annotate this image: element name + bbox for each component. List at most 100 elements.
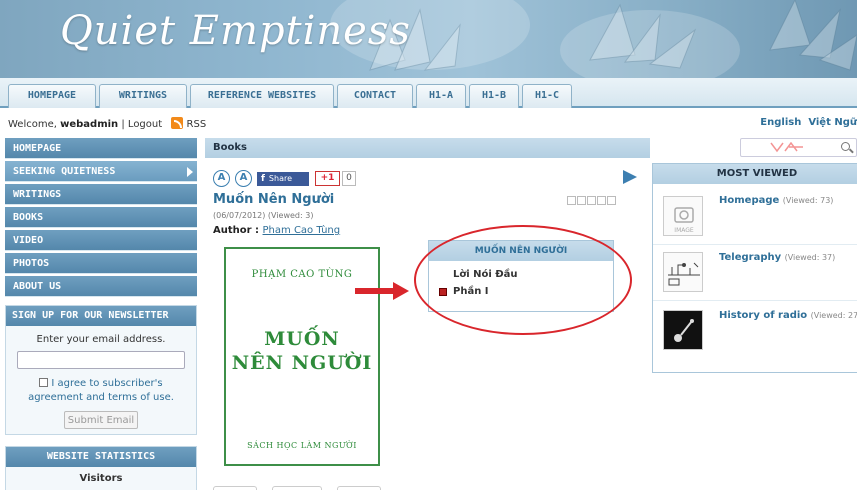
pager-button[interactable] bbox=[272, 486, 322, 490]
welcome-bar: Welcome, webadmin | Logout RSS bbox=[8, 117, 206, 130]
agree-label-line2[interactable]: agreement and terms of use. bbox=[28, 392, 174, 403]
breadcrumb: Books bbox=[205, 138, 650, 158]
welcome-prefix: Welcome, bbox=[8, 119, 61, 130]
article-author: Author : Pham Cao Tùng bbox=[213, 225, 340, 236]
star-icon[interactable] bbox=[587, 196, 596, 205]
sidebar-item-writings[interactable]: WRITINGS bbox=[5, 184, 197, 205]
item-views: (Viewed: 37) bbox=[784, 253, 836, 262]
sidebar-item-about-us[interactable]: ABOUT US bbox=[5, 276, 197, 297]
star-icon[interactable] bbox=[597, 196, 606, 205]
arrow-head bbox=[393, 282, 409, 300]
rss-icon[interactable] bbox=[171, 117, 184, 129]
most-viewed-title: MOST VIEWED bbox=[653, 164, 857, 184]
most-viewed-item-telegraphy[interactable]: Telegraphy (Viewed: 37) bbox=[719, 252, 857, 264]
article-views: (Viewed: 3) bbox=[267, 211, 314, 220]
item-views: (Viewed: 27) bbox=[810, 311, 857, 320]
sidebar-item-video[interactable]: VIDEO bbox=[5, 230, 197, 251]
statistics-title: WEBSITE STATISTICS bbox=[6, 447, 196, 467]
facebook-icon: f bbox=[261, 174, 265, 184]
logout-link[interactable]: Logout bbox=[128, 119, 162, 130]
newsletter-prompt: Enter your email address. bbox=[36, 334, 166, 345]
sidebar-item-books[interactable]: BOOKS bbox=[5, 207, 197, 228]
highlight-ellipse bbox=[414, 225, 632, 335]
cover-author: PHẠM CAO TÙNG bbox=[251, 269, 353, 280]
divider bbox=[653, 300, 857, 301]
article-title: Muốn Nên Người bbox=[213, 192, 335, 207]
search-icon[interactable] bbox=[841, 142, 850, 151]
tab-contact[interactable]: CONTACT bbox=[337, 84, 413, 108]
language-english[interactable]: English bbox=[760, 117, 801, 128]
tab-reference-websites[interactable]: REFERENCE WEBSITES bbox=[190, 84, 334, 108]
radio-history-thumbnail[interactable] bbox=[663, 310, 703, 350]
increase-font-button[interactable]: A bbox=[235, 170, 252, 187]
facebook-share-button[interactable]: f Share bbox=[257, 172, 309, 186]
rss-link[interactable]: RSS bbox=[187, 119, 207, 130]
agree-label-line1[interactable]: I agree to subscriber's bbox=[51, 378, 162, 389]
telegraph-diagram-icon bbox=[668, 262, 700, 286]
username: webadmin bbox=[60, 119, 119, 130]
decrease-font-button[interactable]: A bbox=[213, 170, 230, 187]
tab-writings[interactable]: WRITINGS bbox=[99, 84, 187, 108]
divider bbox=[653, 244, 857, 245]
book-cover: PHẠM CAO TÙNG MUỐN NÊN NGƯỜI SÁCH HỌC LÀ… bbox=[224, 247, 380, 466]
page: Quiet Emptiness HOMEPAGE WRITINGS REFERE… bbox=[0, 0, 857, 490]
language-switcher: English Việt Ngữ bbox=[760, 117, 857, 128]
lotus-image bbox=[369, 0, 857, 71]
search-box[interactable] bbox=[740, 138, 857, 157]
pager-button[interactable] bbox=[337, 486, 381, 490]
sidebar-item-label: SEEKING QUIETNESS bbox=[13, 166, 116, 177]
telegraphy-thumbnail[interactable] bbox=[663, 252, 703, 292]
most-viewed-item-history-of-radio[interactable]: History of radio (Viewed: 27) bbox=[719, 310, 857, 322]
author-link[interactable]: Pham Cao Tùng bbox=[263, 225, 341, 236]
cover-title-line2: NÊN NGƯỜI bbox=[231, 352, 373, 374]
main-tab-bar: HOMEPAGE WRITINGS REFERENCE WEBSITES CON… bbox=[0, 78, 857, 108]
newsletter-title: SIGN UP FOR OUR NEWSLETTER bbox=[6, 306, 196, 326]
agree-checkbox[interactable] bbox=[39, 378, 49, 387]
radio-photo-icon bbox=[674, 319, 694, 342]
submit-email-button[interactable]: Submit Email bbox=[64, 411, 138, 429]
item-title: History of radio bbox=[719, 310, 808, 321]
homepage-thumbnail[interactable]: IMAGE bbox=[663, 196, 703, 236]
send-arrow-icon[interactable] bbox=[623, 170, 637, 184]
author-label: Author : bbox=[213, 225, 263, 236]
most-viewed-item-homepage[interactable]: Homepage (Viewed: 73) bbox=[719, 195, 857, 207]
sidebar-item-homepage[interactable]: HOMEPAGE bbox=[5, 138, 197, 159]
highlight-arrow bbox=[355, 282, 409, 300]
star-icon[interactable] bbox=[567, 196, 576, 205]
sidebar-item-photos[interactable]: PHOTOS bbox=[5, 253, 197, 274]
statistics-box: WEBSITE STATISTICS Visitors bbox=[5, 446, 197, 490]
tab-h1-a[interactable]: H1-A bbox=[416, 84, 466, 108]
cover-subtitle: SÁCH HỌC LÀM NGƯỜI bbox=[247, 441, 357, 450]
item-title: Telegraphy bbox=[719, 252, 782, 263]
arrow-shaft bbox=[355, 288, 395, 294]
email-field[interactable] bbox=[17, 351, 185, 369]
thumb-caption: IMAGE bbox=[674, 227, 694, 234]
agree-terms: I agree to subscriber's agreement and te… bbox=[6, 377, 196, 405]
submenu-arrow-icon bbox=[187, 167, 193, 177]
tab-h1-c[interactable]: H1-C bbox=[522, 84, 572, 108]
sidebar-item-seeking-quietness[interactable]: SEEKING QUIETNESS bbox=[5, 161, 197, 182]
item-views: (Viewed: 73) bbox=[782, 196, 834, 205]
language-vietnamese[interactable]: Việt Ngữ bbox=[808, 117, 857, 128]
newsletter-box: SIGN UP FOR OUR NEWSLETTER Enter your em… bbox=[5, 305, 197, 435]
tab-h1-b[interactable]: H1-B bbox=[469, 84, 519, 108]
image-placeholder-icon: IMAGE bbox=[674, 207, 694, 234]
article-meta: (06/07/2012) (Viewed: 3) bbox=[213, 211, 313, 220]
google-plus-button[interactable]: +1 bbox=[315, 171, 340, 186]
pager-button[interactable] bbox=[213, 486, 257, 490]
cover-title-line1: MUỐN bbox=[264, 328, 340, 350]
search-logo-icon bbox=[770, 142, 803, 153]
rating-stars bbox=[567, 195, 621, 205]
facebook-share-label: Share bbox=[268, 174, 293, 183]
tab-homepage[interactable]: HOMEPAGE bbox=[8, 84, 96, 108]
site-title[interactable]: Quiet Emptiness bbox=[60, 8, 411, 54]
star-icon[interactable] bbox=[577, 196, 586, 205]
star-icon[interactable] bbox=[607, 196, 616, 205]
article-date: (06/07/2012) bbox=[213, 211, 266, 220]
visitors-label: Visitors bbox=[79, 473, 123, 484]
google-plus-count: 0 bbox=[342, 171, 356, 186]
google-plus-label: +1 bbox=[320, 173, 335, 183]
most-viewed-box: MOST VIEWED IMAGE Homepage (Viewed: 73) … bbox=[652, 163, 857, 373]
site-banner: Quiet Emptiness bbox=[0, 0, 857, 78]
item-title: Homepage bbox=[719, 195, 780, 206]
